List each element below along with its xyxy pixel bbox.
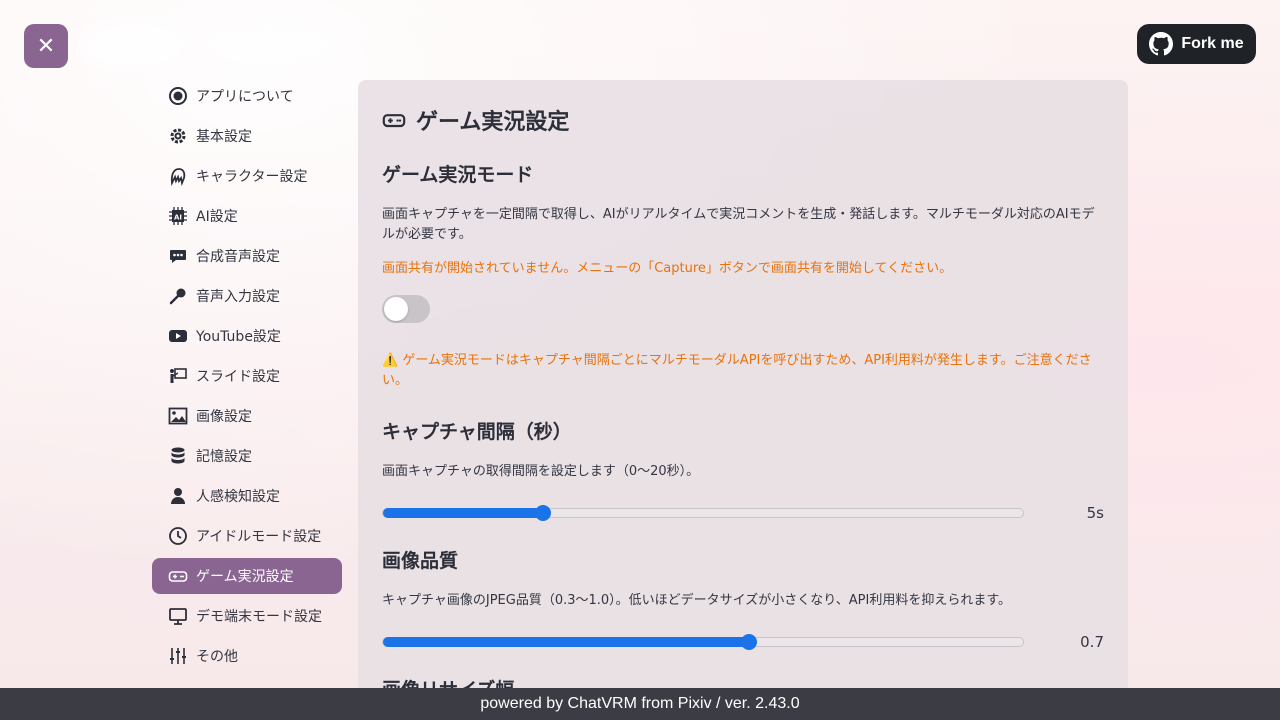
sidebar-item-label: YouTube設定 bbox=[196, 329, 281, 345]
youtube-icon bbox=[168, 326, 188, 346]
gamepad-icon bbox=[168, 566, 188, 586]
sidebar-item-game-commentary[interactable]: ゲーム実況設定 bbox=[152, 558, 342, 594]
gear-icon bbox=[168, 126, 188, 146]
svg-text:AI: AI bbox=[174, 214, 182, 222]
sidebar-item-label: キャラクター設定 bbox=[196, 169, 308, 185]
cost-warning: ⚠️ ゲーム実況モードはキャプチャ間隔ごとにマルチモーダルAPIを呼び出すため、… bbox=[382, 353, 1092, 388]
footer-text: powered by ChatVRM from Pixiv / ver. 2.4… bbox=[480, 695, 800, 712]
microphone-icon bbox=[168, 286, 188, 306]
sidebar-item-label: 合成音声設定 bbox=[196, 249, 280, 265]
quality-slider-row: 0.7 bbox=[382, 629, 1104, 655]
settings-sidebar: アプリについて 基本設定 キャラクター設定 AI AI設定 合成音声設定 音声入… bbox=[152, 78, 342, 678]
sidebar-item-label: その他 bbox=[196, 649, 238, 665]
interval-value: 5s bbox=[1086, 504, 1104, 522]
presentation-icon bbox=[168, 366, 188, 386]
gamepad-icon bbox=[382, 114, 406, 128]
sidebar-item-label: アプリについて bbox=[196, 89, 294, 105]
close-icon: ✕ bbox=[36, 33, 56, 59]
interval-heading: キャプチャ間隔（秒） bbox=[382, 421, 572, 443]
quality-slider[interactable] bbox=[382, 634, 1024, 650]
fork-me-label: Fork me bbox=[1181, 35, 1244, 52]
sidebar-item-ai[interactable]: AI AI設定 bbox=[152, 198, 342, 234]
share-warning: 画面共有が開始されていません。メニューの「Capture」ボタンで画面共有を開始… bbox=[382, 261, 953, 276]
sidebar-item-voice-input[interactable]: 音声入力設定 bbox=[152, 278, 342, 314]
image-icon bbox=[168, 406, 188, 426]
sidebar-item-label: 基本設定 bbox=[196, 129, 252, 145]
sidebar-item-label: 人感検知設定 bbox=[196, 489, 280, 505]
sidebar-item-image[interactable]: 画像設定 bbox=[152, 398, 342, 434]
mode-heading: ゲーム実況モード bbox=[382, 164, 534, 186]
sidebar-item-memory[interactable]: 記憶設定 bbox=[152, 438, 342, 474]
sidebar-item-presence[interactable]: 人感検知設定 bbox=[152, 478, 342, 514]
sidebar-item-character[interactable]: キャラクター設定 bbox=[152, 158, 342, 194]
sidebar-item-label: 画像設定 bbox=[196, 409, 252, 425]
sidebar-item-label: AI設定 bbox=[196, 209, 238, 225]
sidebar-item-basic[interactable]: 基本設定 bbox=[152, 118, 342, 154]
fork-me-button[interactable]: Fork me bbox=[1137, 24, 1256, 64]
info-icon bbox=[168, 86, 188, 106]
interval-slider-row: 5s bbox=[382, 500, 1104, 526]
sidebar-item-label: ゲーム実況設定 bbox=[196, 569, 294, 585]
sidebar-item-demo[interactable]: デモ端末モード設定 bbox=[152, 598, 342, 634]
character-icon bbox=[168, 166, 188, 186]
sidebar-item-label: 記憶設定 bbox=[196, 449, 252, 465]
slider-thumb[interactable] bbox=[535, 505, 551, 521]
interval-description: 画面キャプチャの取得間隔を設定します（0〜20秒）。 bbox=[382, 464, 700, 479]
sidebar-item-label: 音声入力設定 bbox=[196, 289, 280, 305]
quality-value: 0.7 bbox=[1080, 633, 1104, 651]
interval-slider[interactable] bbox=[382, 505, 1024, 521]
sliders-icon bbox=[168, 646, 188, 666]
blurred-toolbar bbox=[200, 24, 340, 64]
page-title-text: ゲーム実況設定 bbox=[416, 110, 570, 135]
mode-description: 画面キャプチャを一定間隔で取得し、AIがリアルタイムで実況コメントを生成・発話し… bbox=[382, 207, 1095, 242]
sidebar-item-slide[interactable]: スライド設定 bbox=[152, 358, 342, 394]
sidebar-item-label: アイドルモード設定 bbox=[196, 529, 322, 545]
sidebar-item-voice[interactable]: 合成音声設定 bbox=[152, 238, 342, 274]
sidebar-item-label: デモ端末モード設定 bbox=[196, 609, 322, 625]
slider-thumb[interactable] bbox=[740, 634, 757, 650]
sidebar-item-idle[interactable]: アイドルモード設定 bbox=[152, 518, 342, 554]
close-button[interactable]: ✕ bbox=[24, 24, 68, 68]
monitor-icon bbox=[168, 606, 188, 626]
slider-fill bbox=[383, 637, 749, 647]
clock-icon bbox=[168, 526, 188, 546]
person-icon bbox=[168, 486, 188, 506]
sidebar-item-other[interactable]: その他 bbox=[152, 638, 342, 674]
blurred-logo bbox=[80, 20, 190, 70]
footer: powered by ChatVRM from Pixiv / ver. 2.4… bbox=[0, 688, 1280, 720]
quality-description: キャプチャ画像のJPEG品質（0.3〜1.0）。低いほどデータサイズが小さくなり… bbox=[382, 593, 1012, 608]
page-title: ゲーム実況設定 bbox=[382, 104, 1104, 136]
quality-heading: 画像品質 bbox=[382, 550, 459, 572]
sidebar-item-youtube[interactable]: YouTube設定 bbox=[152, 318, 342, 354]
sidebar-item-about[interactable]: アプリについて bbox=[152, 78, 342, 114]
database-icon bbox=[168, 446, 188, 466]
github-icon bbox=[1149, 32, 1174, 56]
settings-panel: ゲーム実況設定 ゲーム実況モード 画面キャプチャを一定間隔で取得し、AIがリアル… bbox=[358, 80, 1128, 720]
speech-bubble-icon bbox=[168, 246, 188, 266]
slider-fill bbox=[383, 508, 543, 518]
toggle-knob bbox=[384, 297, 408, 321]
game-mode-toggle[interactable] bbox=[382, 295, 430, 323]
ai-chip-icon: AI bbox=[168, 206, 188, 226]
sidebar-item-label: スライド設定 bbox=[196, 369, 280, 385]
